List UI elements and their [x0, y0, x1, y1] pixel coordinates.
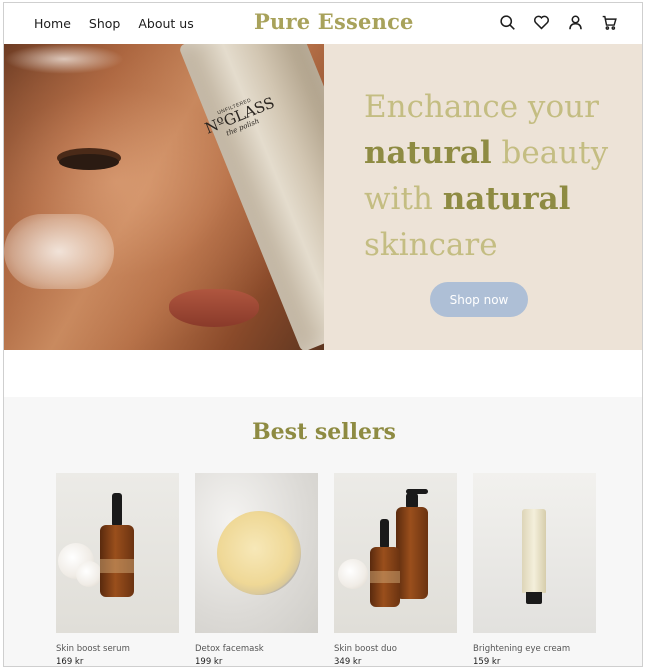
dropper-cap: [380, 519, 389, 549]
eye-shape: [59, 154, 119, 170]
product-price: 159 kr: [473, 657, 501, 667]
cream-jar: [217, 511, 301, 595]
product-name[interactable]: Brightening eye cream: [473, 644, 596, 654]
search-icon[interactable]: [499, 14, 516, 31]
nav-home[interactable]: Home: [34, 16, 71, 31]
nav-about-us[interactable]: About us: [138, 16, 193, 31]
headline-word-beauty: beauty: [501, 135, 609, 171]
dropper-cap: [112, 493, 122, 527]
product-name[interactable]: Detox facemask: [195, 644, 318, 654]
product-price: 199 kr: [195, 657, 223, 667]
hero-image: UNFILTERED NºGLASS the polish: [4, 44, 324, 350]
product-image[interactable]: [195, 473, 318, 633]
tube-cap: [526, 592, 542, 604]
best-sellers-section: Best sellers Skin boost serum 169 kr Det…: [4, 397, 642, 667]
user-icon[interactable]: [567, 14, 584, 31]
eye-cream-tube: [522, 509, 546, 593]
hero-headline: Enchance your natural beauty with natura…: [364, 84, 634, 268]
section-title: Best sellers: [252, 419, 396, 445]
product-price: 349 kr: [334, 657, 362, 667]
bottle-label: [370, 571, 400, 583]
hero-panel: Enchance your natural beauty with natura…: [324, 44, 642, 350]
headline-line-1: Enchance your: [364, 89, 599, 125]
page-frame: Home Shop About us Pure Essence UNFILTER…: [3, 2, 643, 667]
cream-swipe-cheek: [4, 214, 114, 289]
lips-shape: [169, 289, 259, 327]
cream-swipe-forehead: [4, 44, 124, 74]
product-card[interactable]: Detox facemask 199 kr: [195, 473, 318, 667]
main-nav: Home Shop About us: [34, 16, 194, 31]
product-card[interactable]: Brightening eye cream 159 kr: [473, 473, 596, 667]
product-name[interactable]: Skin boost duo: [334, 644, 457, 654]
bottle-label: [100, 559, 134, 573]
pump-nozzle: [406, 489, 428, 494]
header-icons: [499, 14, 618, 31]
cotton-flower: [338, 559, 368, 589]
product-card[interactable]: Skin boost duo 349 kr: [334, 473, 457, 667]
headline-emphasis-1: natural: [364, 135, 492, 171]
headline-emphasis-2: natural: [442, 181, 571, 217]
shop-now-button[interactable]: Shop now: [430, 282, 528, 317]
product-image[interactable]: [334, 473, 457, 633]
logo[interactable]: Pure Essence: [254, 9, 414, 34]
heart-icon[interactable]: [533, 14, 550, 31]
pump-bottle: [396, 507, 428, 599]
product-image[interactable]: [473, 473, 596, 633]
product-price: 169 kr: [56, 657, 84, 667]
product-image[interactable]: [56, 473, 179, 633]
cotton-flower: [76, 561, 102, 587]
product-grid: Skin boost serum 169 kr Detox facemask 1…: [56, 473, 596, 667]
header: Home Shop About us Pure Essence: [4, 3, 642, 44]
product-name[interactable]: Skin boost serum: [56, 644, 179, 654]
headline-line-4: skincare: [364, 227, 498, 263]
headline-word-with: with: [364, 181, 433, 217]
product-card[interactable]: Skin boost serum 169 kr: [56, 473, 179, 667]
cart-icon[interactable]: [601, 14, 618, 31]
nav-shop[interactable]: Shop: [89, 16, 120, 31]
hero-banner: UNFILTERED NºGLASS the polish Enchance y…: [4, 44, 642, 350]
